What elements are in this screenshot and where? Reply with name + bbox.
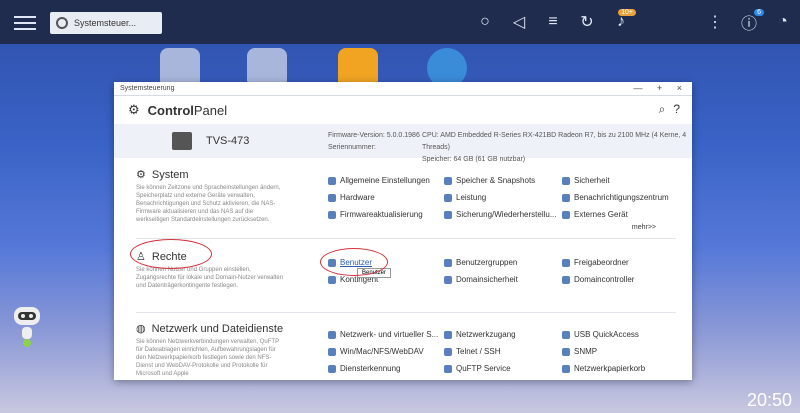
- item-benachrichtigungszentrum[interactable]: Benachrichtigungszentrum: [562, 193, 669, 202]
- more-link[interactable]: mehr>>: [632, 224, 656, 231]
- gear-icon: [56, 17, 68, 29]
- item-allgemeine-einstellungen[interactable]: Allgemeine Einstellungen: [328, 176, 430, 185]
- snmp-icon: [562, 347, 570, 356]
- item-sicherheit[interactable]: Sicherheit: [562, 176, 610, 185]
- dashboard-icon[interactable]: ◔: [768, 7, 798, 37]
- protocol-icon: [328, 347, 336, 356]
- window-controls[interactable]: — + ×: [633, 82, 688, 95]
- performance-icon: [444, 193, 452, 202]
- folder-icon: [562, 258, 570, 267]
- service-discovery-icon: [328, 364, 336, 373]
- firmware-value: 5.0.0.1986: [386, 132, 420, 139]
- search-icon[interactable]: ⌕: [659, 102, 666, 117]
- app-tab-control-panel[interactable]: Systemsteuer...: [50, 12, 162, 34]
- info-badge: 6: [754, 9, 764, 16]
- clock: 20:50: [746, 390, 792, 410]
- cpu-label: CPU:: [422, 132, 439, 139]
- item-domaincontroller[interactable]: Domaincontroller: [562, 275, 634, 284]
- item-benutzergruppen[interactable]: Benutzergruppen: [444, 258, 517, 267]
- memory-value: 64 GB (61 GB nutzbar): [453, 156, 526, 163]
- notification-badge: 10+: [618, 9, 636, 16]
- memory-label: Speicher:: [422, 156, 452, 163]
- item-diensterkennung[interactable]: Diensterkennung: [328, 364, 400, 373]
- section-system: ⚙ System Sie können Zeitzone und Sprachei…: [136, 168, 676, 232]
- taskbar-tools: ○ ◁ ≡ ↻ ♪ 10+ ⋮ ⓘ 6 ◔: [468, 0, 800, 44]
- network-access-icon: [444, 330, 452, 339]
- serial-label: Seriennummer:: [328, 144, 376, 151]
- section-title: Netzwerk und Dateidienste: [151, 322, 284, 335]
- firmware-icon: [328, 210, 336, 219]
- item-snmp[interactable]: SNMP: [562, 347, 597, 356]
- section-desc: Sie können Netzwerkverbindungen verwalte…: [136, 339, 279, 377]
- sync-icon[interactable]: ↻: [572, 7, 602, 37]
- section-title: System: [151, 168, 189, 181]
- window-title: Systemsteuerung: [120, 85, 175, 92]
- stack-icon[interactable]: ≡: [538, 7, 568, 37]
- item-externes-geraet[interactable]: Externes Gerät: [562, 210, 628, 219]
- main-menu-icon[interactable]: [14, 12, 36, 32]
- item-freigabeordner[interactable]: Freigabeordner: [562, 258, 629, 267]
- system-icon: ⚙: [136, 169, 146, 181]
- item-quftp-service[interactable]: QuFTP Service: [444, 364, 511, 373]
- device-info: TVS-473 Firmware-Version: 5.0.0.1986 Ser…: [114, 124, 692, 163]
- item-netzwerkzugang[interactable]: Netzwerkzugang: [444, 330, 516, 339]
- firmware-label: Firmware-Version:: [328, 132, 385, 139]
- item-sicherung[interactable]: Sicherung/Wiederherstellu...: [444, 210, 557, 219]
- storage-icon: [444, 176, 452, 185]
- hardware-icon: [328, 193, 336, 202]
- section-rechte: ♙ Rechte Sie können Nutzer und Gruppen ei…: [136, 250, 676, 290]
- more-icon[interactable]: ⋮: [700, 7, 730, 37]
- item-telnet-ssh[interactable]: Telnet / SSH: [444, 347, 500, 356]
- taskbar: Systemsteuer... ○ ◁ ≡ ↻ ♪ 10+ ⋮ ⓘ 6 ◔: [0, 0, 800, 44]
- app-tab-label: Systemsteuer...: [74, 18, 137, 28]
- network-icon: [328, 330, 336, 339]
- title-rest: Panel: [193, 102, 228, 118]
- quota-icon: [328, 275, 336, 284]
- domain-controller-icon: [562, 275, 570, 284]
- control-panel-window: Systemsteuerung — + × ⚙ Control Panel ⌕? …: [114, 82, 692, 380]
- device-name: TVS-473: [206, 135, 250, 147]
- info-icon[interactable]: ⓘ 6: [734, 7, 764, 37]
- control-panel-header: ⚙ Control Panel ⌕?: [114, 96, 692, 124]
- backup-icon: [444, 210, 452, 219]
- settings-icon: [328, 176, 336, 185]
- section-desc: Sie können Zeitzone und Spracheinstellun…: [136, 185, 281, 223]
- search-icon[interactable]: ○: [470, 7, 500, 37]
- usb-icon: [562, 330, 570, 339]
- window-titlebar: Systemsteuerung — + ×: [114, 82, 692, 96]
- item-leistung[interactable]: Leistung: [444, 193, 486, 202]
- nas-device-icon: [172, 132, 192, 150]
- section-divider: [136, 238, 676, 239]
- volume-icon[interactable]: ◁: [504, 7, 534, 37]
- network-icon: ◍: [136, 323, 146, 335]
- item-usb-quickaccess[interactable]: USB QuickAccess: [562, 330, 639, 339]
- notification-icon: [562, 193, 570, 202]
- terminal-icon: [444, 347, 452, 356]
- ftp-icon: [444, 364, 452, 373]
- section-netzwerk: ◍ Netzwerk und Dateidienste Sie können Ne…: [136, 322, 676, 378]
- section-desc: Sie können Nutzer und Gruppen einstellen…: [136, 267, 284, 289]
- item-netzwerkpapierkorb[interactable]: Netzwerkpapierkorb: [562, 364, 645, 373]
- qboost-robot-icon[interactable]: [12, 305, 42, 347]
- external-device-icon: [562, 210, 570, 219]
- bell-icon[interactable]: ♪ 10+: [606, 7, 636, 37]
- item-netzwerk-virtueller-switch[interactable]: Netzwerk- und virtueller S...: [328, 330, 438, 339]
- group-icon: [444, 258, 452, 267]
- lock-icon: [562, 176, 570, 185]
- item-firmwareaktualisierung[interactable]: Firmwareaktualisierung: [328, 210, 423, 219]
- gear-icon: ⚙: [128, 102, 140, 117]
- item-win-mac-nfs-webdav[interactable]: Win/Mac/NFS/WebDAV: [328, 347, 424, 356]
- help-icon[interactable]: ?: [673, 102, 680, 117]
- recycle-bin-icon: [562, 364, 570, 373]
- cpu-value: AMD Embedded R-Series RX-421BD Radeon R7…: [422, 132, 687, 151]
- domain-security-icon: [444, 275, 452, 284]
- item-domainsicherheit[interactable]: Domainsicherheit: [444, 275, 518, 284]
- section-divider: [136, 312, 676, 313]
- title-bold: Control: [147, 102, 194, 118]
- item-speicher-snapshots[interactable]: Speicher & Snapshots: [444, 176, 535, 185]
- highlight-benutzer: [320, 248, 388, 276]
- item-hardware[interactable]: Hardware: [328, 193, 375, 202]
- highlight-rechte: [130, 239, 212, 269]
